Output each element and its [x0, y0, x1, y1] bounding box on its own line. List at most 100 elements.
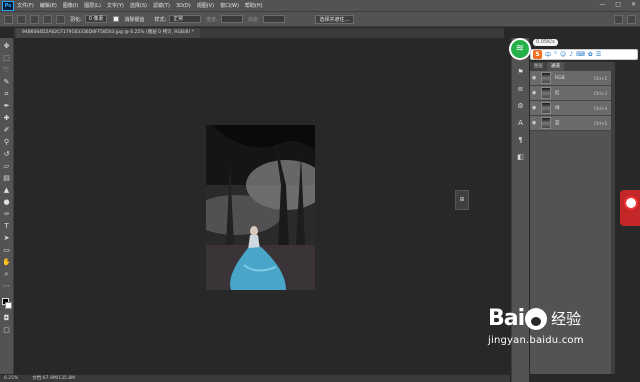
properties-icon[interactable]: ⚙ [516, 102, 525, 111]
shape-tool-icon[interactable]: ▭ [2, 246, 11, 254]
toolbox-icon[interactable]: ☰ [596, 51, 601, 58]
channel-row-blue[interactable]: ◉ 蓝 Ctrl+5 [530, 116, 611, 131]
select-and-mask-button[interactable]: 选择并遮住... [314, 14, 355, 24]
width-label: 宽度: [206, 16, 218, 23]
paragraph-icon[interactable]: ¶ [516, 136, 525, 145]
chinese-mode-icon[interactable]: 中 [545, 50, 551, 59]
document-tabs: 9486064D2A62CF179183336D8FF58503.jpg @ 6… [14, 28, 504, 38]
workspace-icon[interactable] [627, 15, 636, 24]
zoom-tool-icon[interactable]: ⌕ [2, 270, 11, 278]
status-bar: 6.25% 文档:67.9M/135.8M [0, 374, 510, 382]
antialias-label: 消除锯齿 [124, 16, 145, 23]
skin-icon[interactable]: ✿ [588, 51, 593, 58]
libraries-icon[interactable]: ◧ [516, 153, 525, 162]
channel-row-green[interactable]: ◉ 绿 Ctrl+4 [530, 101, 611, 116]
intersect-selection-icon[interactable] [56, 14, 65, 24]
eyedropper-tool-icon[interactable]: ✒ [2, 102, 11, 110]
menu-help[interactable]: 帮助(H) [245, 2, 263, 9]
punctuation-icon[interactable]: ° [554, 51, 557, 58]
tools-panel: ✥ ⬚ ➰ ✎ ⌗ ✒ ✚ ✐ ⚲ ↺ ▱ ▤ ▲ ● ✑ T ➤ ▭ ✋ ⌕ … [0, 38, 14, 378]
brush-tool-icon[interactable]: ✐ [2, 126, 11, 134]
move-tool-icon[interactable]: ✥ [2, 42, 11, 50]
visibility-eye-icon[interactable]: ◉ [532, 105, 538, 111]
visibility-eye-icon[interactable]: ◉ [532, 120, 538, 126]
type-tool-icon[interactable]: T [2, 222, 11, 230]
eraser-tool-icon[interactable]: ▱ [2, 162, 11, 170]
options-bar: 羽化: 0 像素 消除锯齿 样式: 正常 宽度: 高度: 选择并遮住... [0, 11, 640, 27]
menu-type[interactable]: 文字(Y) [107, 2, 124, 9]
close-button[interactable]: ✕ [631, 1, 636, 8]
channel-row-red[interactable]: ◉ 红 Ctrl+3 [530, 86, 611, 101]
visibility-eye-icon[interactable]: ◉ [532, 90, 538, 96]
history-brush-tool-icon[interactable]: ↺ [2, 150, 11, 158]
minimize-button[interactable]: — [599, 1, 605, 8]
background-color-swatch[interactable] [4, 302, 12, 309]
healing-brush-tool-icon[interactable]: ✚ [2, 114, 11, 122]
hand-tool-icon[interactable]: ✋ [2, 258, 11, 266]
channel-row-rgb[interactable]: ◉ RGB Ctrl+2 [530, 71, 611, 86]
add-selection-icon[interactable] [30, 14, 39, 24]
menu-filter[interactable]: 滤镜(T) [153, 2, 170, 9]
blur-tool-icon[interactable]: ▲ [2, 186, 11, 194]
wifi-icon[interactable]: ≋ [509, 38, 531, 60]
emoji-icon[interactable]: ☺ [560, 51, 566, 58]
feather-input[interactable]: 0 像素 [84, 15, 108, 23]
menu-layer[interactable]: 图层(L) [84, 2, 101, 9]
subtract-selection-icon[interactable] [43, 14, 52, 24]
channel-thumbnail [541, 72, 551, 84]
lasso-tool-icon[interactable]: ➰ [2, 66, 11, 74]
ime-logo[interactable]: S [533, 50, 542, 59]
photo-forest-bride [206, 125, 315, 290]
menu-file[interactable]: 文件(F) [17, 2, 34, 9]
floating-panel-icon[interactable]: ⊞ [455, 190, 469, 210]
height-input[interactable] [262, 15, 285, 23]
document-image[interactable] [206, 125, 315, 290]
menu-3d[interactable]: 3D(D) [176, 3, 191, 9]
voice-icon[interactable]: ♪ [569, 51, 573, 58]
menu-image[interactable]: 图像(I) [63, 2, 78, 9]
maximize-button[interactable]: □ [615, 1, 621, 8]
channel-shortcut: Ctrl+3 [593, 90, 607, 96]
baidu-paw-icon [525, 307, 548, 330]
side-ad-badge[interactable] [620, 190, 640, 226]
quick-select-tool-icon[interactable]: ✎ [2, 78, 11, 86]
new-selection-icon[interactable] [17, 14, 26, 24]
character-icon[interactable]: A [516, 119, 525, 128]
keyboard-icon[interactable]: ⌨ [576, 51, 585, 58]
system-overlay: ≋ 0.05K/s S 中 ° ☺ ♪ ⌨ ✿ ☰ [506, 36, 640, 64]
height-label: 高度: [247, 16, 260, 23]
document-tab[interactable]: 9486064D2A62CF179183336D8FF58503.jpg @ 6… [16, 28, 200, 38]
adjustments-icon[interactable]: ≡ [516, 85, 525, 94]
path-selection-tool-icon[interactable]: ➤ [2, 234, 11, 242]
history-icon[interactable]: ⚑ [516, 68, 525, 77]
dodge-tool-icon[interactable]: ● [2, 198, 11, 206]
channel-name: 红 [555, 91, 560, 96]
badge-circle-icon [624, 196, 638, 210]
tool-preset-icon[interactable] [4, 14, 13, 24]
menu-view[interactable]: 视图(V) [197, 2, 214, 9]
search-icon[interactable] [614, 15, 623, 24]
gradient-tool-icon[interactable]: ▤ [2, 174, 11, 182]
style-select[interactable]: 正常 [169, 15, 202, 23]
document-size: 文档:67.9M/135.8M [32, 376, 75, 381]
antialias-checkbox[interactable] [113, 16, 120, 22]
color-swatches[interactable] [1, 298, 12, 310]
clone-stamp-tool-icon[interactable]: ⚲ [2, 138, 11, 146]
photoshop-logo: Ps [2, 0, 14, 11]
visibility-eye-icon[interactable]: ◉ [532, 75, 538, 81]
crop-tool-icon[interactable]: ⌗ [2, 90, 11, 98]
pen-tool-icon[interactable]: ✑ [2, 210, 11, 218]
menu-select[interactable]: 选择(S) [130, 2, 147, 9]
menu-edit[interactable]: 编辑(E) [40, 2, 57, 9]
menu-window[interactable]: 窗口(W) [220, 2, 239, 9]
ime-toolbar: S 中 ° ☺ ♪ ⌨ ✿ ☰ [530, 49, 638, 60]
marquee-tool-icon[interactable]: ⬚ [2, 54, 11, 62]
photoshop-window: Ps 文件(F) 编辑(E) 图像(I) 图层(L) 文字(Y) 选择(S) 滤… [0, 0, 640, 382]
network-speed: 0.05K/s [533, 39, 558, 46]
width-input[interactable] [220, 15, 243, 23]
canvas-area[interactable]: ⊞ [14, 38, 504, 374]
screen-mode-icon[interactable]: ▢ [2, 326, 11, 334]
more-tools-icon[interactable]: ⋯ [2, 282, 11, 290]
quick-mask-icon[interactable]: ◘ [2, 314, 11, 322]
zoom-level[interactable]: 6.25% [4, 375, 18, 382]
